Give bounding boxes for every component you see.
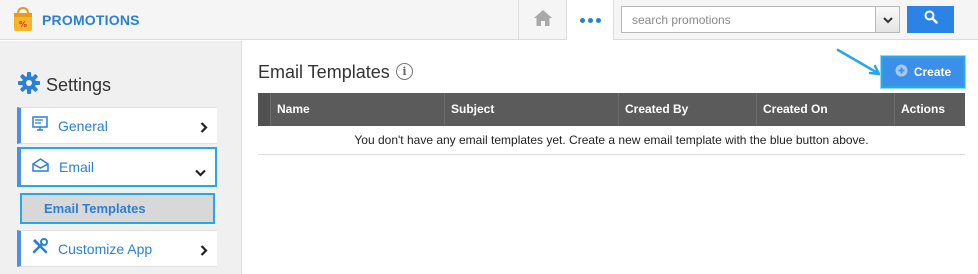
sidebar-item-general[interactable]: General [17, 107, 217, 144]
column-header-name[interactable]: Name [270, 93, 444, 126]
envelope-icon [32, 157, 49, 177]
monitor-icon [32, 115, 48, 136]
create-button-label: Create [913, 65, 952, 79]
column-header-subject[interactable]: Subject [444, 93, 618, 126]
table-header: Name Subject Created By Created On Actio… [258, 93, 965, 126]
brand[interactable]: % PROMOTIONS [13, 6, 140, 32]
sidebar-item-email[interactable]: Email [17, 147, 217, 187]
top-bar: % PROMOTIONS [0, 0, 978, 40]
sidebar-item-label: Email [59, 159, 95, 175]
svg-text:%: % [19, 20, 27, 29]
gear-icon [18, 72, 40, 99]
home-icon [533, 9, 553, 32]
search-dropdown-button[interactable] [875, 7, 899, 32]
search-box [621, 6, 900, 33]
page-title: Email Templates [258, 62, 390, 82]
more-dots-icon [579, 17, 601, 23]
create-button[interactable]: Create [881, 56, 965, 88]
settings-title: Settings [46, 75, 112, 95]
settings-header: Settings [18, 72, 111, 99]
chevron-right-icon [200, 120, 208, 138]
shopping-bag-icon: % [13, 6, 33, 32]
chevron-down-icon [195, 164, 206, 182]
column-header-created-on[interactable]: Created On [756, 93, 894, 126]
sidebar-item-customize-app[interactable]: Customize App [17, 230, 217, 267]
sidebar: Settings General Email Email Templates C… [0, 41, 242, 274]
pointer-arrow-icon [836, 48, 881, 76]
chevron-down-icon [882, 11, 893, 29]
home-button[interactable] [518, 0, 566, 40]
app-title: PROMOTIONS [42, 11, 140, 28]
tools-icon [32, 238, 48, 259]
search-icon [924, 10, 938, 29]
search-button[interactable] [907, 6, 954, 33]
sidebar-item-label: Customize App [58, 240, 153, 257]
table-header-select[interactable] [258, 93, 270, 126]
search-input[interactable] [622, 7, 875, 32]
sidebar-subitem-email-templates[interactable]: Email Templates [20, 193, 215, 224]
plus-circle-icon [895, 64, 908, 80]
table-empty-message: You don't have any email templates yet. … [258, 126, 965, 155]
sidebar-item-label: General [58, 117, 108, 134]
column-header-actions: Actions [894, 93, 965, 126]
info-icon[interactable]: i [396, 63, 413, 80]
sidebar-subitem-label: Email Templates [44, 201, 146, 216]
more-button[interactable] [566, 0, 614, 40]
column-header-created-by[interactable]: Created By [618, 93, 756, 126]
chevron-right-icon [200, 243, 208, 261]
